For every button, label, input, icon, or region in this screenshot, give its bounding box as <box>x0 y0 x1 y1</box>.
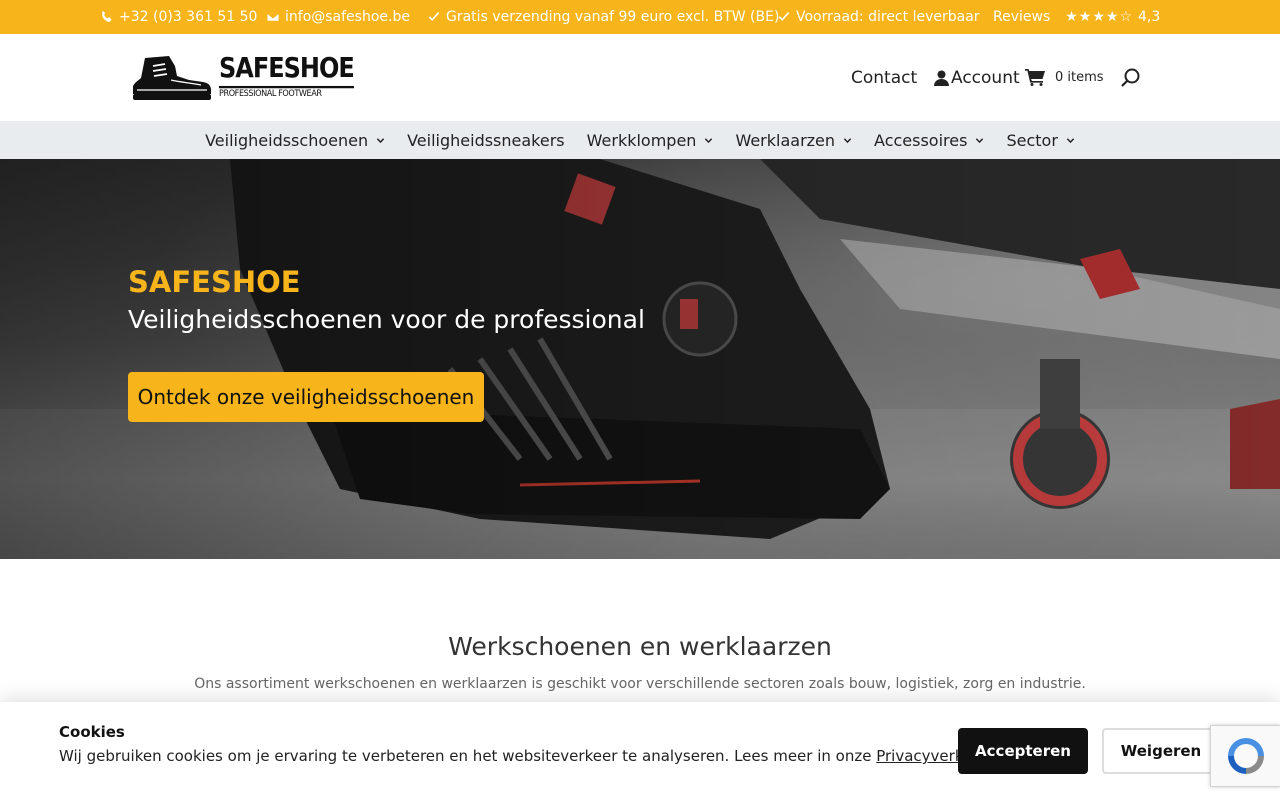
stock-info: Voorraad: direct leverbaar <box>777 0 980 34</box>
top-bar: +32 (0)3 361 51 50 info@safeshoe.be Grat… <box>0 0 1280 34</box>
main-navigation: Veiligheidsschoenen Veiligheidssneakers We… <box>0 121 1280 159</box>
nav-item-werklaarzen[interactable]: Werklaarzen <box>735 131 852 150</box>
recaptcha-icon <box>1227 738 1264 774</box>
contact-label: Contact <box>851 67 918 88</box>
hero-banner: SAFESHOE Veiligheidsschoenen voor de pro… <box>0 159 1280 559</box>
shipping-text: Gratis verzending vanaf 99 euro excl. BT… <box>446 9 780 25</box>
logo-tagline: PROFESSIONAL FOOTWEAR <box>219 88 322 99</box>
reviews-label: Reviews <box>993 9 1051 25</box>
stock-text: Voorraad: direct leverbaar <box>796 9 980 25</box>
account-label: Account <box>951 67 1020 88</box>
check-icon <box>778 12 790 21</box>
user-icon <box>934 70 949 86</box>
cookie-title: Cookies <box>59 723 125 741</box>
search-icon <box>1121 68 1140 87</box>
cart-count: 0 items <box>1055 70 1104 85</box>
site-logo[interactable]: SAFESHOE PROFESSIONAL FOOTWEAR <box>131 52 355 102</box>
nav-item-sector[interactable]: Sector <box>1006 130 1075 150</box>
search-button[interactable] <box>1120 34 1142 121</box>
nav-item-werkklompen[interactable]: Werkklompen <box>587 131 714 150</box>
check-icon <box>428 12 440 21</box>
hero-subtitle: Veiligheidsschoenen voor de professional <box>128 305 645 334</box>
nav-item-label: Werklaarzen <box>735 130 836 150</box>
nav-item-veiligheidsschoenen[interactable]: Veiligheidsschoenen <box>205 131 385 150</box>
nav-item-label: Veiligheidssneakers <box>407 130 565 150</box>
cookie-text: Wij gebruiken cookies om je ervaring te … <box>59 747 1011 765</box>
phone-icon <box>102 11 112 22</box>
decline-cookies-button[interactable]: Weigeren <box>1102 728 1220 774</box>
chevron-down-icon <box>976 137 984 143</box>
accept-cookies-button[interactable]: Accepteren <box>958 728 1088 774</box>
phone-link[interactable]: +32 (0)3 361 51 50 <box>100 0 257 34</box>
cookie-banner: Cookies Wij gebruiken cookies om je erva… <box>0 702 1280 800</box>
site-header: SAFESHOE PROFESSIONAL FOOTWEAR Contact A… <box>0 34 1280 121</box>
rating-value: 4,3 <box>1138 9 1161 25</box>
cart-icon <box>1025 69 1045 86</box>
envelope-icon <box>266 12 280 22</box>
email-address: info@safeshoe.be <box>285 9 410 25</box>
discover-shoes-button[interactable]: Ontdek onze veiligheidsschoenen <box>128 372 484 422</box>
shipping-info: Gratis verzending vanaf 99 euro excl. BT… <box>427 0 779 34</box>
account-link[interactable]: Account <box>934 34 1020 121</box>
logo-name: SAFESHOE <box>219 53 355 88</box>
recaptcha-badge[interactable] <box>1210 725 1280 787</box>
chevron-down-icon <box>843 137 852 143</box>
chevron-down-icon <box>705 137 713 143</box>
nav-item-label: Werkklompen <box>586 130 697 150</box>
cart-link[interactable]: 0 items <box>1025 34 1104 121</box>
email-link[interactable]: info@safeshoe.be <box>266 0 410 34</box>
nav-item-label: Accessoires <box>874 130 968 150</box>
section-subtitle: Ons assortiment werkschoenen en werklaar… <box>194 676 1086 692</box>
hero-overlay <box>0 159 1280 559</box>
cookie-message: Wij gebruiken cookies om je ervaring te … <box>59 747 877 765</box>
boot-logo-icon <box>133 56 211 100</box>
nav-item-label: Veiligheidsschoenen <box>205 130 369 150</box>
contact-link[interactable]: Contact <box>851 34 917 121</box>
reviews-link[interactable]: Reviews ★★★★☆ 4,3 <box>993 0 1160 34</box>
nav-item-accessoires[interactable]: Accessoires <box>874 131 984 150</box>
hero-title: SAFESHOE <box>128 265 301 299</box>
nav-item-label: Sector <box>1006 130 1058 150</box>
chevron-down-icon <box>1066 137 1075 143</box>
chevron-down-icon <box>376 137 385 143</box>
rating-stars: ★★★★☆ <box>1065 9 1134 25</box>
section-title: Werkschoenen en werklaarzen <box>448 632 832 661</box>
nav-item-veiligheidssneakers[interactable]: Veiligheidssneakers <box>407 131 565 150</box>
phone-number: +32 (0)3 361 51 50 <box>119 9 258 25</box>
